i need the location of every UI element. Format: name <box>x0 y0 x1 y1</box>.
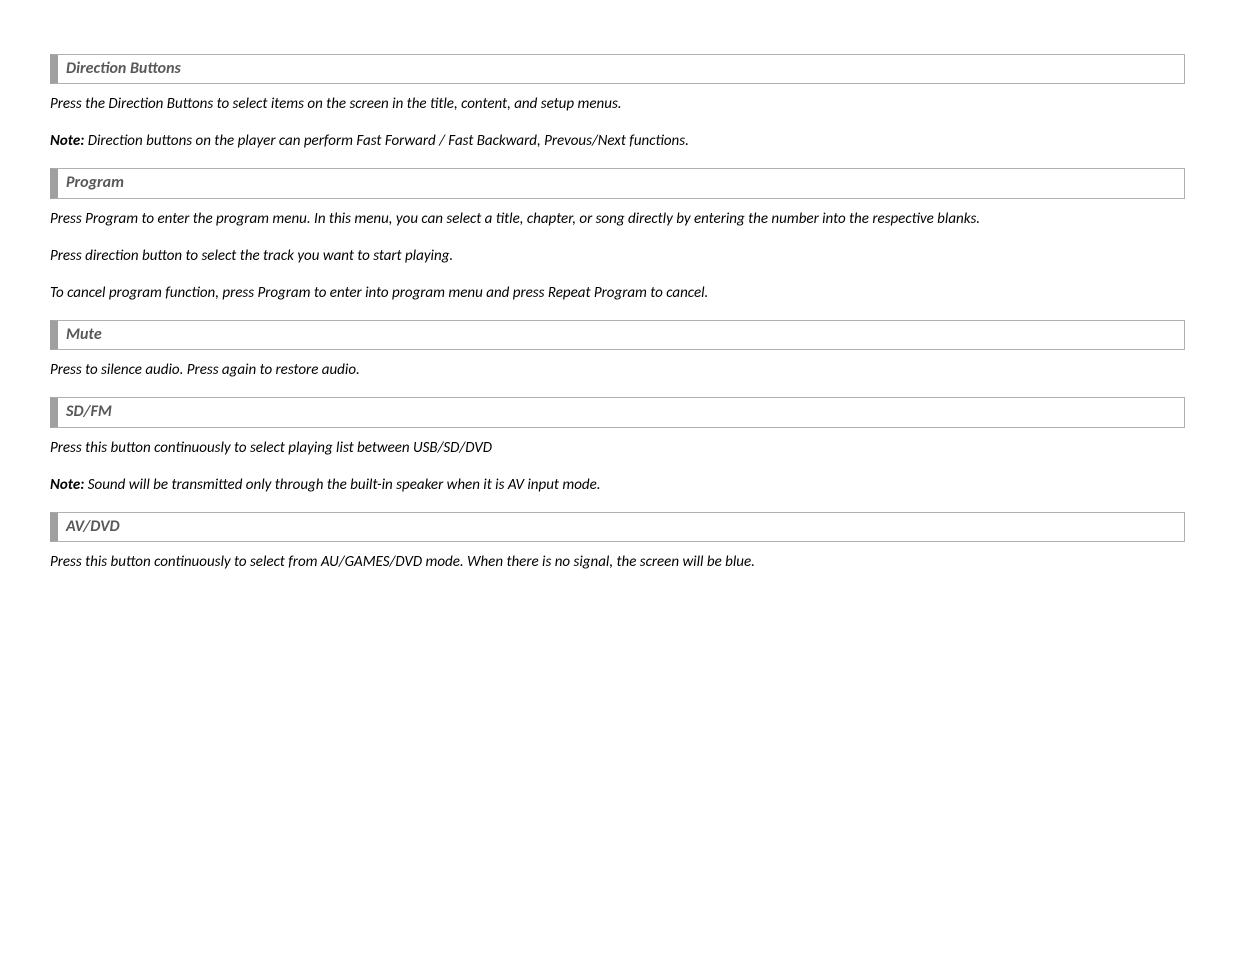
paragraph: Note: Sound will be transmitted only thr… <box>50 475 1185 496</box>
section-title: SD/FM <box>66 402 112 421</box>
section-header: Program <box>50 168 1185 198</box>
paragraph-text: Press to silence audio. Press again to r… <box>50 361 360 379</box>
section-title: Direction Buttons <box>66 59 181 78</box>
section-title: AV/DVD <box>66 517 120 536</box>
section-av-dvd: AV/DVD Press this button continuously to… <box>50 512 1185 573</box>
note-label: Note: <box>50 476 84 494</box>
document-content: Direction Buttons Press the Direction Bu… <box>50 54 1185 573</box>
section-header: AV/DVD <box>50 512 1185 542</box>
paragraph: Press this button continuously to select… <box>50 438 1185 459</box>
paragraph-text: Sound will be transmitted only through t… <box>84 476 600 494</box>
paragraph: Note: Direction buttons on the player ca… <box>50 131 1185 152</box>
paragraph-text: Press direction button to select the tra… <box>50 247 453 265</box>
paragraph: To cancel program function, press Progra… <box>50 283 1185 304</box>
paragraph-text: Press the Direction Buttons to select it… <box>50 95 622 113</box>
section-header: Mute <box>50 320 1185 350</box>
paragraph: Press the Direction Buttons to select it… <box>50 94 1185 115</box>
paragraph-text: To cancel program function, press Progra… <box>50 284 708 302</box>
paragraph-text: Direction buttons on the player can perf… <box>84 132 689 150</box>
paragraph-text: Press Program to enter the program menu.… <box>50 210 980 228</box>
paragraph-text: Press this button continuously to select… <box>50 553 755 571</box>
section-header: Direction Buttons <box>50 54 1185 84</box>
paragraph: Press this button continuously to select… <box>50 552 1185 573</box>
paragraph: Press direction button to select the tra… <box>50 246 1185 267</box>
section-title: Program <box>66 173 124 192</box>
paragraph-text: Press this button continuously to select… <box>50 439 492 457</box>
section-sd-fm: SD/FM Press this button continuously to … <box>50 397 1185 495</box>
note-label: Note: <box>50 132 84 150</box>
paragraph: Press to silence audio. Press again to r… <box>50 360 1185 381</box>
section-header: SD/FM <box>50 397 1185 427</box>
section-mute: Mute Press to silence audio. Press again… <box>50 320 1185 381</box>
section-direction-buttons: Direction Buttons Press the Direction Bu… <box>50 54 1185 152</box>
paragraph: Press Program to enter the program menu.… <box>50 209 1185 230</box>
section-program: Program Press Program to enter the progr… <box>50 168 1185 303</box>
section-title: Mute <box>66 325 102 344</box>
